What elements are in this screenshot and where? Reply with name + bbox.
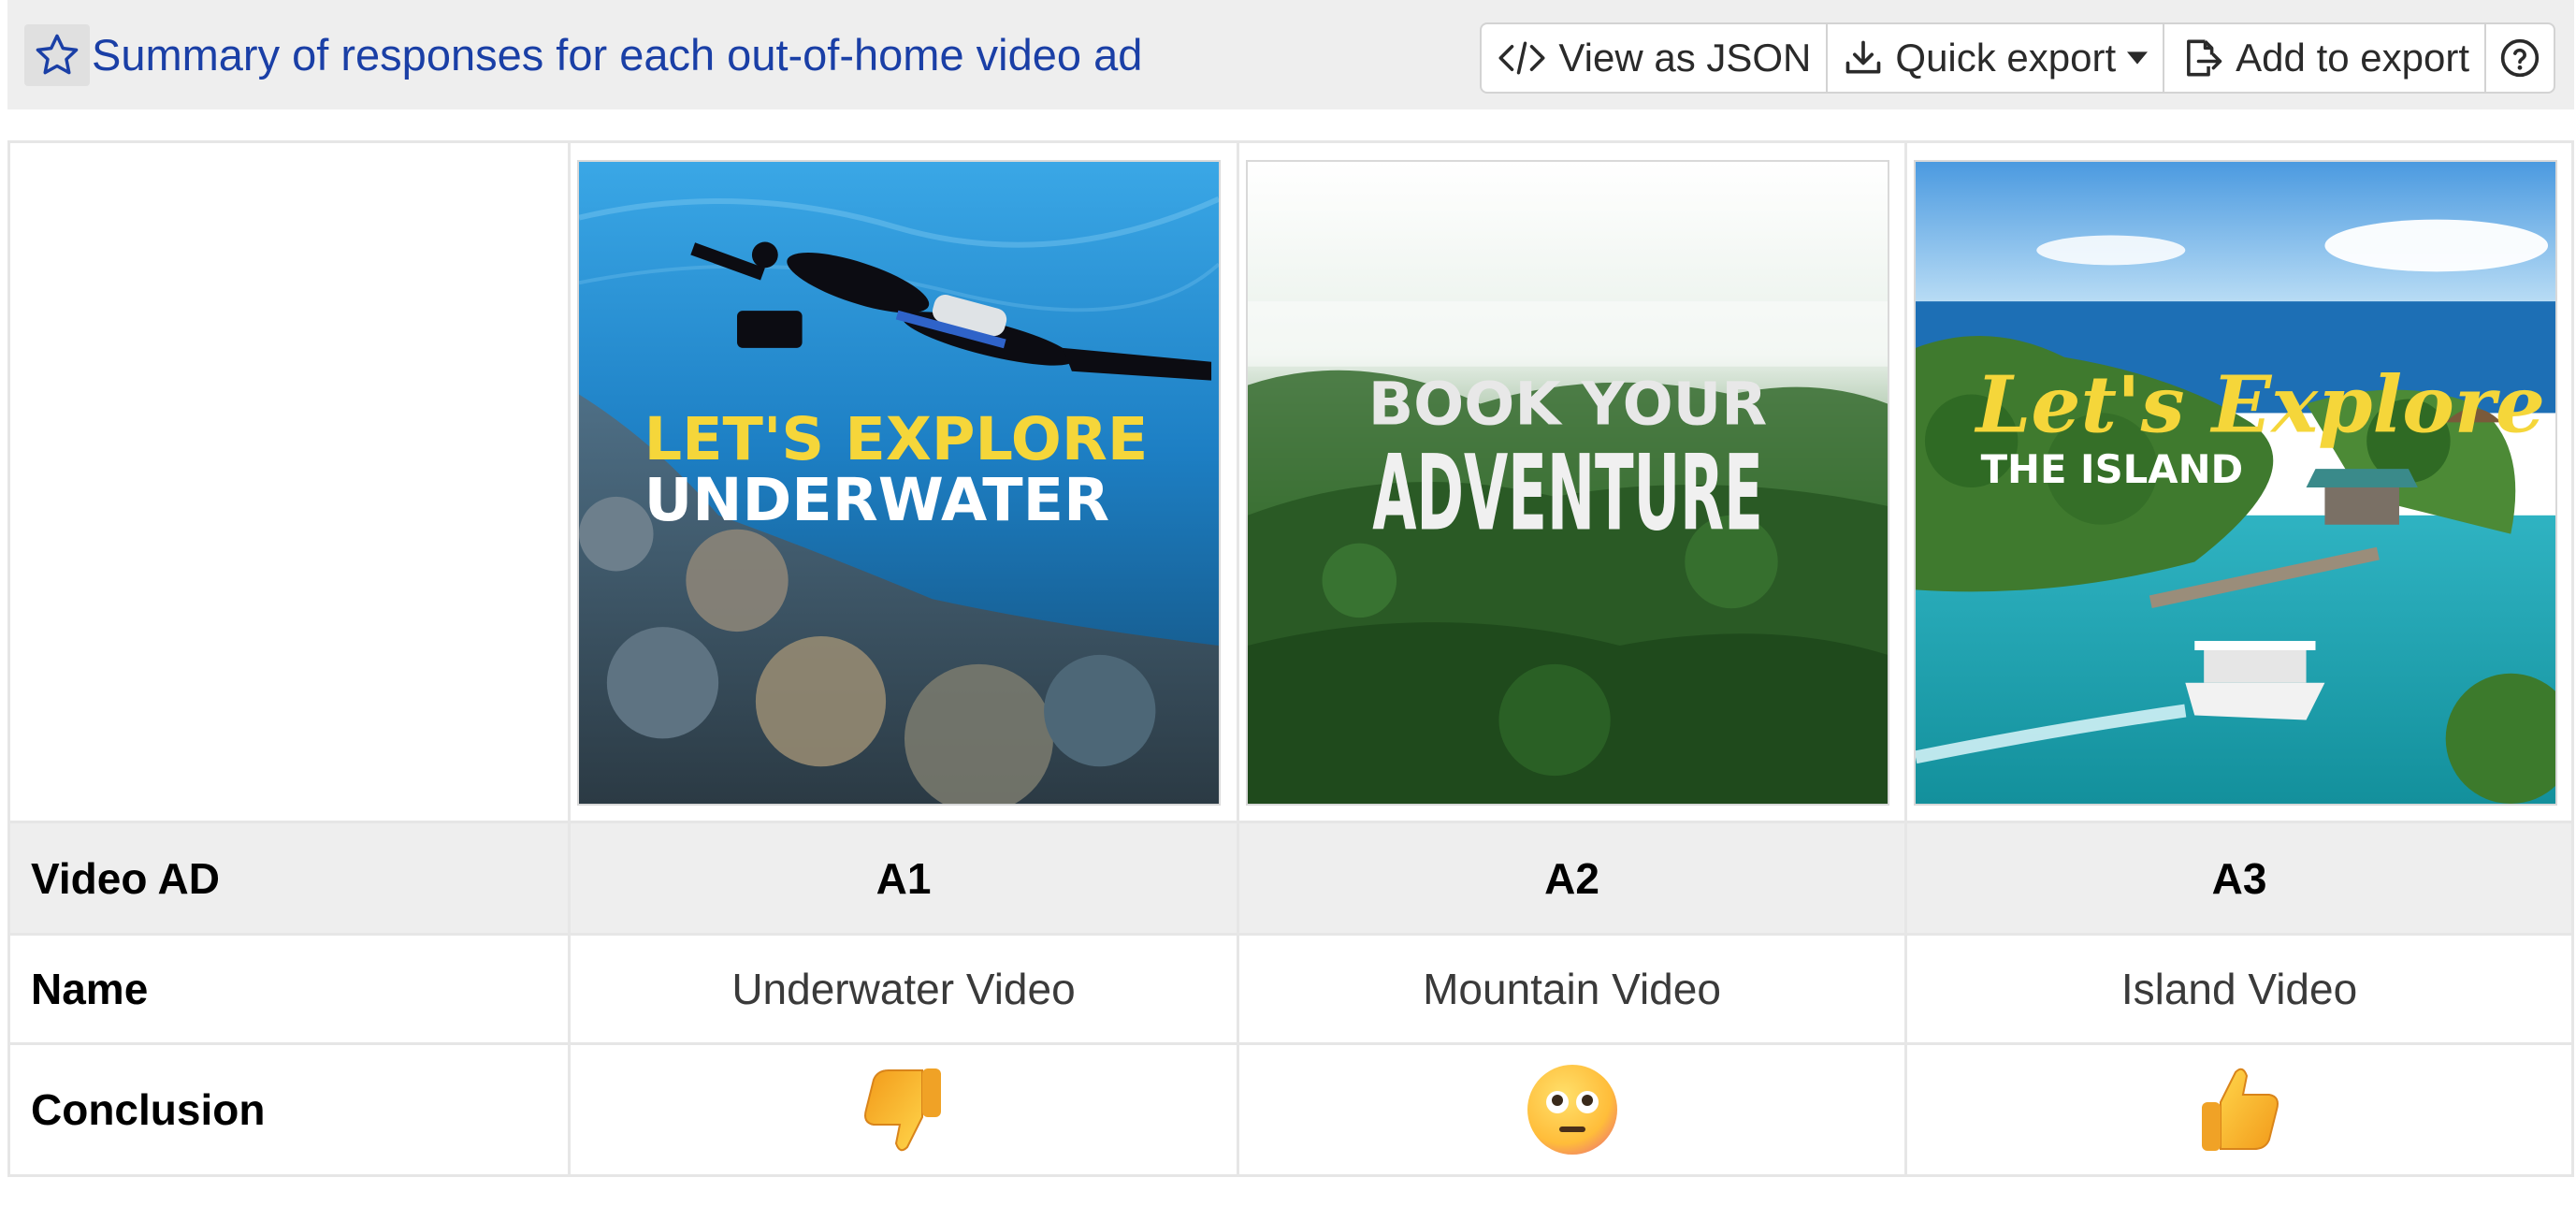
toolbar: View as JSON Quick export Add to export <box>1480 22 2555 94</box>
conclusion-a2 <box>1239 1045 1904 1174</box>
ad-id-a3: A3 <box>2211 853 2267 903</box>
ad-thumbnail-a1[interactable]: LET'S EXPLORE UNDERWATER <box>577 160 1221 806</box>
file-export-icon <box>2187 39 2222 77</box>
ad-name-a2: Mountain Video <box>1423 965 1721 1013</box>
code-icon <box>1498 41 1545 75</box>
view-as-json-label: View as JSON <box>1558 36 1812 80</box>
row-label-name: Name <box>31 965 149 1013</box>
help-circle-icon <box>2500 38 2540 78</box>
thumbnail-a1-line2: UNDERWATER <box>644 466 1110 535</box>
row-label-conclusion: Conclusion <box>31 1085 266 1134</box>
help-button[interactable] <box>2486 24 2554 92</box>
thumbs-up-icon <box>2202 1068 2279 1151</box>
view-as-json-button[interactable]: View as JSON <box>1482 24 1829 92</box>
thumbnail-a2-line1: BOOK YOUR <box>1368 370 1768 439</box>
page-title: Summary of responses for each out-of-hom… <box>92 30 1143 80</box>
star-outline-icon <box>36 34 79 75</box>
ad-name-a3: Island Video <box>2120 965 2358 1013</box>
thumbnail-a2-line2: ADVENTURE <box>1372 434 1763 555</box>
ads-summary-table: LET'S EXPLORE UNDERWATER BOOK YOUR ADVEN… <box>7 140 2574 1177</box>
thumbnail-a3-line2: THE ISLAND <box>1981 446 2244 492</box>
download-icon <box>1846 40 1881 74</box>
caret-down-icon <box>2127 51 2149 65</box>
neutral-face-icon <box>1527 1065 1617 1155</box>
quick-export-label: Quick export <box>1895 36 2117 80</box>
underwater-image: LET'S EXPLORE UNDERWATER <box>579 162 1219 804</box>
page-header: Summary of responses for each out-of-hom… <box>7 0 2574 109</box>
island-image: Let's Explore THE ISLAND <box>1916 162 2555 804</box>
thumbs-down-icon <box>864 1068 941 1152</box>
favorite-button[interactable] <box>24 24 90 86</box>
ad-thumbnail-a3[interactable]: Let's Explore THE ISLAND <box>1914 160 2557 806</box>
add-to-export-label: Add to export <box>2236 36 2469 80</box>
ad-id-a1: A1 <box>876 853 932 903</box>
conclusion-a1 <box>571 1045 1237 1174</box>
ad-thumbnail-a2[interactable]: BOOK YOUR ADVENTURE <box>1246 160 1889 806</box>
mountain-image: BOOK YOUR ADVENTURE <box>1248 162 1888 804</box>
ad-id-a2: A2 <box>1544 853 1599 903</box>
add-to-export-button[interactable]: Add to export <box>2164 24 2486 92</box>
thumbnail-a1-line1: LET'S EXPLORE <box>644 405 1149 474</box>
ad-name-a1: Underwater Video <box>731 965 1076 1013</box>
thumbnail-a3-line1: Let's Explore <box>1975 358 2545 450</box>
conclusion-a3 <box>1907 1045 2571 1174</box>
row-label-video-ad: Video AD <box>31 853 220 903</box>
quick-export-button[interactable]: Quick export <box>1828 24 2165 92</box>
